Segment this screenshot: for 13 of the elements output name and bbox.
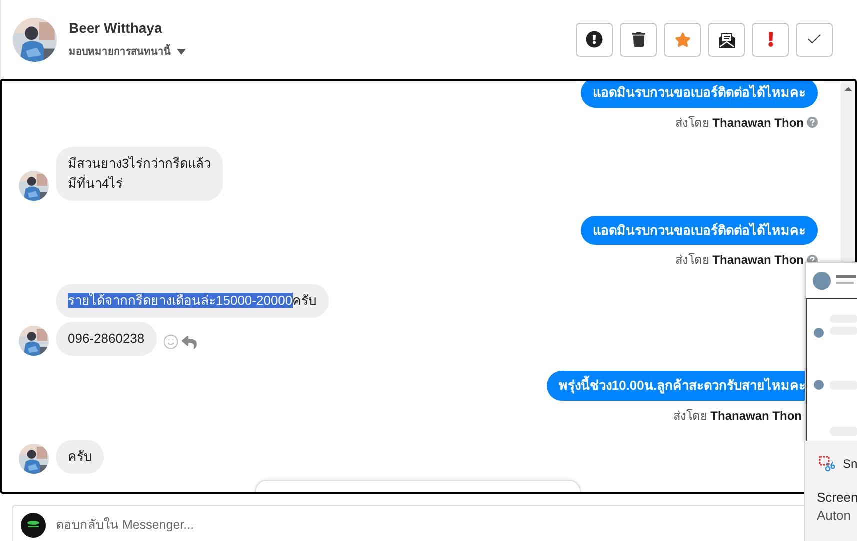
message-text: 096-2860238 xyxy=(68,330,145,348)
message-bubble: แอดมินรบกวนขอเบอร์ติดต่อได้ไหมคะ xyxy=(581,81,818,108)
message-text: มีสวนยาง3ไร่กว่ากรีดแล้ว มีที่นา4ไร่ xyxy=(68,154,212,192)
sent-by-label: ส่งโดย Thanawan Thon xyxy=(675,114,804,132)
message-text: รายได้จากกรีดยางเดือนล่ะ15000-20000ครับ xyxy=(68,293,317,308)
toast-text: Screen xyxy=(817,489,857,507)
contact-name: Beer Witthaya xyxy=(69,18,164,38)
sent-by-label: ส่งโดย Thanawan Thon xyxy=(673,408,802,424)
app-name: Sn xyxy=(843,456,857,473)
message-bubble: แอดมินรบกวนขอเบอร์ติดต่อได้ไหมคะ xyxy=(581,216,818,245)
toast-text: Auton xyxy=(817,507,852,525)
message-text: ครับ xyxy=(68,448,92,466)
sent-by-label: ส่งโดย Thanawan Thon xyxy=(675,252,804,269)
